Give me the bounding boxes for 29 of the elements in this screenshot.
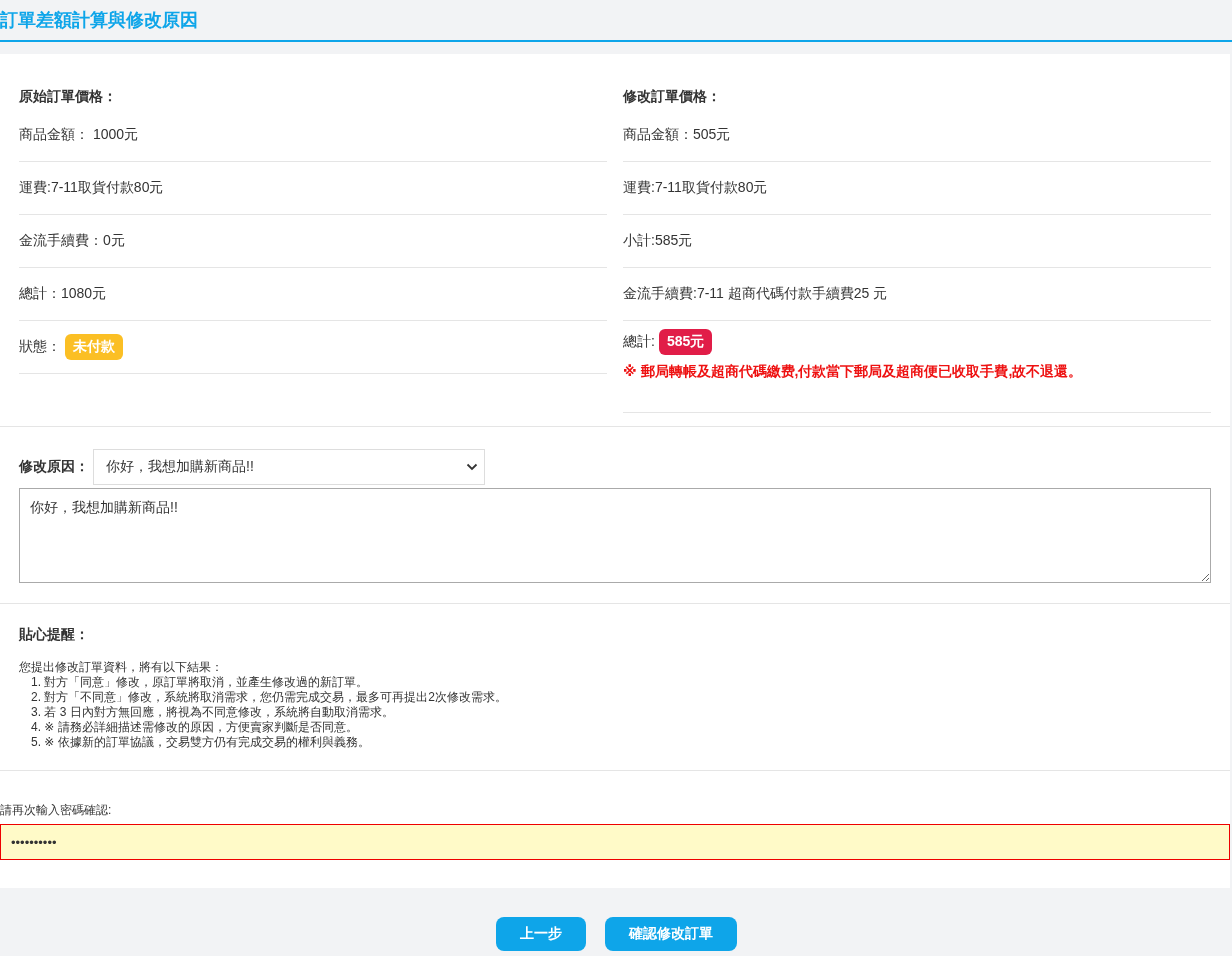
password-field[interactable]: •••••••••• [0,824,1230,860]
section-heading: 原始訂單價格： [19,87,118,106]
price-line: 小計:585元 [623,232,694,250]
price-line: 總計：1080元 [19,285,108,303]
chevron-down-icon [466,463,478,471]
reminder-item: 4. ※ 請務必詳細描述需修改的原因，方便賣家判斷是否同意。 [30,720,359,735]
reminder-item: 3. 若 3 日內對方無回應，將視為不同意修改，系統將自動取消需求。 [30,705,395,720]
price-line: 金流手續費：0元 [19,232,126,250]
price-line: 商品金額： 1000元 [19,126,140,144]
reason-label: 修改原因： [19,458,90,476]
price-label: 總計: [623,333,655,351]
warning-note: ※ 郵局轉帳及超商代碼繳费,付款當下郵局及超商便已收取手費,故不退還。 [623,363,1084,381]
password-label: 請再次輸入密碼確認: [0,803,113,818]
reminder-item: 5. ※ 依據新的訂單協議，交易雙方仍有完成交易的權利與義務。 [30,735,371,750]
reminder-item: 2. 對方「不同意」修改，系統將取消需求，您仍需完成交易，最多可再提出2次修改需求。 [30,690,508,705]
reminder-intro: 您提出修改訂單資料，將有以下結果： [19,660,224,675]
status-tag: 未付款 [65,334,123,360]
price-label: 狀態： [19,338,61,356]
page-title: 訂單差額計算與修改原因 [0,9,198,32]
price-line: 運費:7-11取貨付款80元 [19,179,165,197]
reminder-item: 1. 對方「同意」修改，原訂單將取消，並產生修改過的新訂單。 [30,675,370,690]
price-line: 金流手續費:7-11 超商代碼付款手續費25 元 [623,285,889,303]
price-line: 商品金額：505元 [623,126,732,144]
price-line: 運費:7-11取貨付款80元 [623,179,769,197]
reason-textarea[interactable]: 你好，我想加購新商品!! [19,488,1211,583]
status-tag: 585元 [658,329,713,355]
reason-dropdown[interactable]: 你好，我想加購新商品!! [93,449,485,485]
section-heading: 修改訂單價格： [623,87,722,106]
reminder-heading: 貼心提醒： [19,626,90,644]
